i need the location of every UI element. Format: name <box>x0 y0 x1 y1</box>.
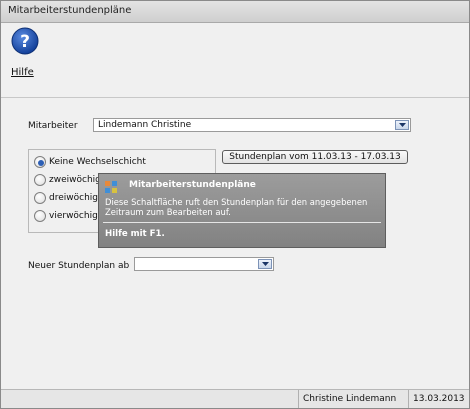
chevron-down-icon <box>262 262 269 266</box>
help-button[interactable]: ? Hilfe <box>9 27 45 91</box>
radio-button[interactable] <box>34 192 46 204</box>
employee-value: Lindemann Christine <box>98 120 192 130</box>
help-label: Hilfe <box>11 67 34 78</box>
window-title: Mitarbeiterstundenpläne <box>8 5 132 16</box>
new-schedule-date-select[interactable] <box>134 257 274 271</box>
radio-selected-dot <box>38 160 44 166</box>
chevron-down-icon <box>399 123 406 127</box>
radio-label: dreiwöchige <box>49 193 104 203</box>
svg-text:?: ? <box>20 32 30 52</box>
toolbar: ? Hilfe <box>1 23 469 98</box>
employee-label: Mitarbeiter <box>28 121 78 131</box>
tooltip-help-hint: Hilfe mit F1. <box>105 229 165 239</box>
new-schedule-label: Neuer Stundenplan ab <box>28 261 130 271</box>
status-date: 13.03.2013 <box>408 390 469 408</box>
tooltip-divider <box>103 222 381 223</box>
tooltip-text: Diese Schaltfläche ruft den Stundenplan … <box>105 197 368 217</box>
date-dropdown-button[interactable] <box>258 259 272 269</box>
main-panel: Mitarbeiter Lindemann Christine Keine We… <box>1 98 469 389</box>
open-schedule-button[interactable]: Stundenplan vom 11.03.13 - 17.03.13 <box>222 150 408 164</box>
radio-button[interactable] <box>34 156 46 168</box>
tooltip: Mitarbeiterstundenpläne Diese Schaltfläc… <box>98 173 386 248</box>
radio-button[interactable] <box>34 174 46 186</box>
question-icon: ? <box>11 27 39 55</box>
radio-label: vierwöchige <box>49 211 104 221</box>
employee-select[interactable]: Lindemann Christine <box>93 118 411 132</box>
radio-label: Keine Wechselschicht <box>49 157 146 167</box>
tooltip-title: Mitarbeiterstundenpläne <box>129 180 256 190</box>
employee-dropdown-button[interactable] <box>395 120 409 130</box>
app-window: Mitarbeiterstundenpläne ? Hilfe Mitarbei… <box>0 0 470 409</box>
radio-button[interactable] <box>34 210 46 222</box>
status-user: Christine Lindemann <box>298 390 408 408</box>
title-bar: Mitarbeiterstundenpläne <box>1 1 469 23</box>
schedule-icon <box>105 181 117 193</box>
status-bar: Christine Lindemann 13.03.2013 <box>1 389 469 408</box>
